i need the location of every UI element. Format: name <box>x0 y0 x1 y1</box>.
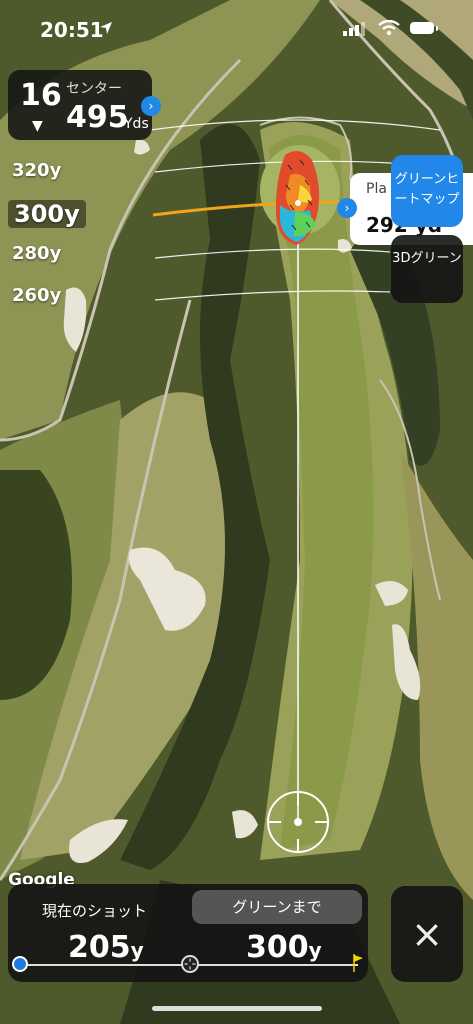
current-shot-unit: y <box>130 938 144 962</box>
to-green-unit: y <box>308 938 322 962</box>
plays-like-chevron-icon[interactable]: › <box>337 198 357 218</box>
distance-label-320: 320y <box>12 160 62 181</box>
green-heatmap-button[interactable]: グリーンヒートマップ <box>391 155 463 227</box>
hole-expand-chevron-icon[interactable]: › <box>141 96 161 116</box>
tab-current-shot[interactable]: 現在のショット <box>42 900 147 921</box>
flag-icon <box>353 954 363 972</box>
green-3d-button[interactable]: 3Dグリーン <box>391 235 463 303</box>
status-bar: 20:51 <box>0 0 473 60</box>
distance-label-300: 300y <box>8 200 86 228</box>
status-time: 20:51 <box>40 18 104 42</box>
location-arrow-icon <box>100 22 112 34</box>
ball-position-icon[interactable] <box>12 956 28 972</box>
wifi-icon <box>378 20 400 36</box>
tab-to-green[interactable]: グリーンまで <box>192 890 362 924</box>
target-marker-icon[interactable] <box>181 955 199 973</box>
hole-yardage: 495 <box>66 100 129 135</box>
battery-icon <box>410 22 438 34</box>
target-reticle[interactable] <box>267 791 329 853</box>
hole-info-card[interactable]: 16 ▼ センター 495 Yds <box>8 70 152 140</box>
hole-target-label: センター <box>66 81 122 97</box>
hole-yardage-unit: Yds <box>124 116 149 132</box>
close-button[interactable]: × <box>391 886 463 982</box>
to-green-distance: 300y <box>246 930 322 965</box>
cellular-signal-icon <box>343 22 365 36</box>
shot-distance-panel: 現在のショット グリーンまで 205y 300y <box>8 884 368 982</box>
current-shot-distance: 205y <box>68 930 144 965</box>
distance-label-280: 280y <box>12 243 62 264</box>
plays-like-label: Pla <box>366 181 387 197</box>
home-indicator[interactable] <box>152 1006 322 1011</box>
to-green-value: 300 <box>246 930 309 965</box>
distance-label-260: 260y <box>12 285 62 306</box>
hole-dropdown-icon[interactable]: ▼ <box>32 118 43 134</box>
current-shot-value: 205 <box>68 930 131 965</box>
hole-number: 16 <box>20 78 62 113</box>
